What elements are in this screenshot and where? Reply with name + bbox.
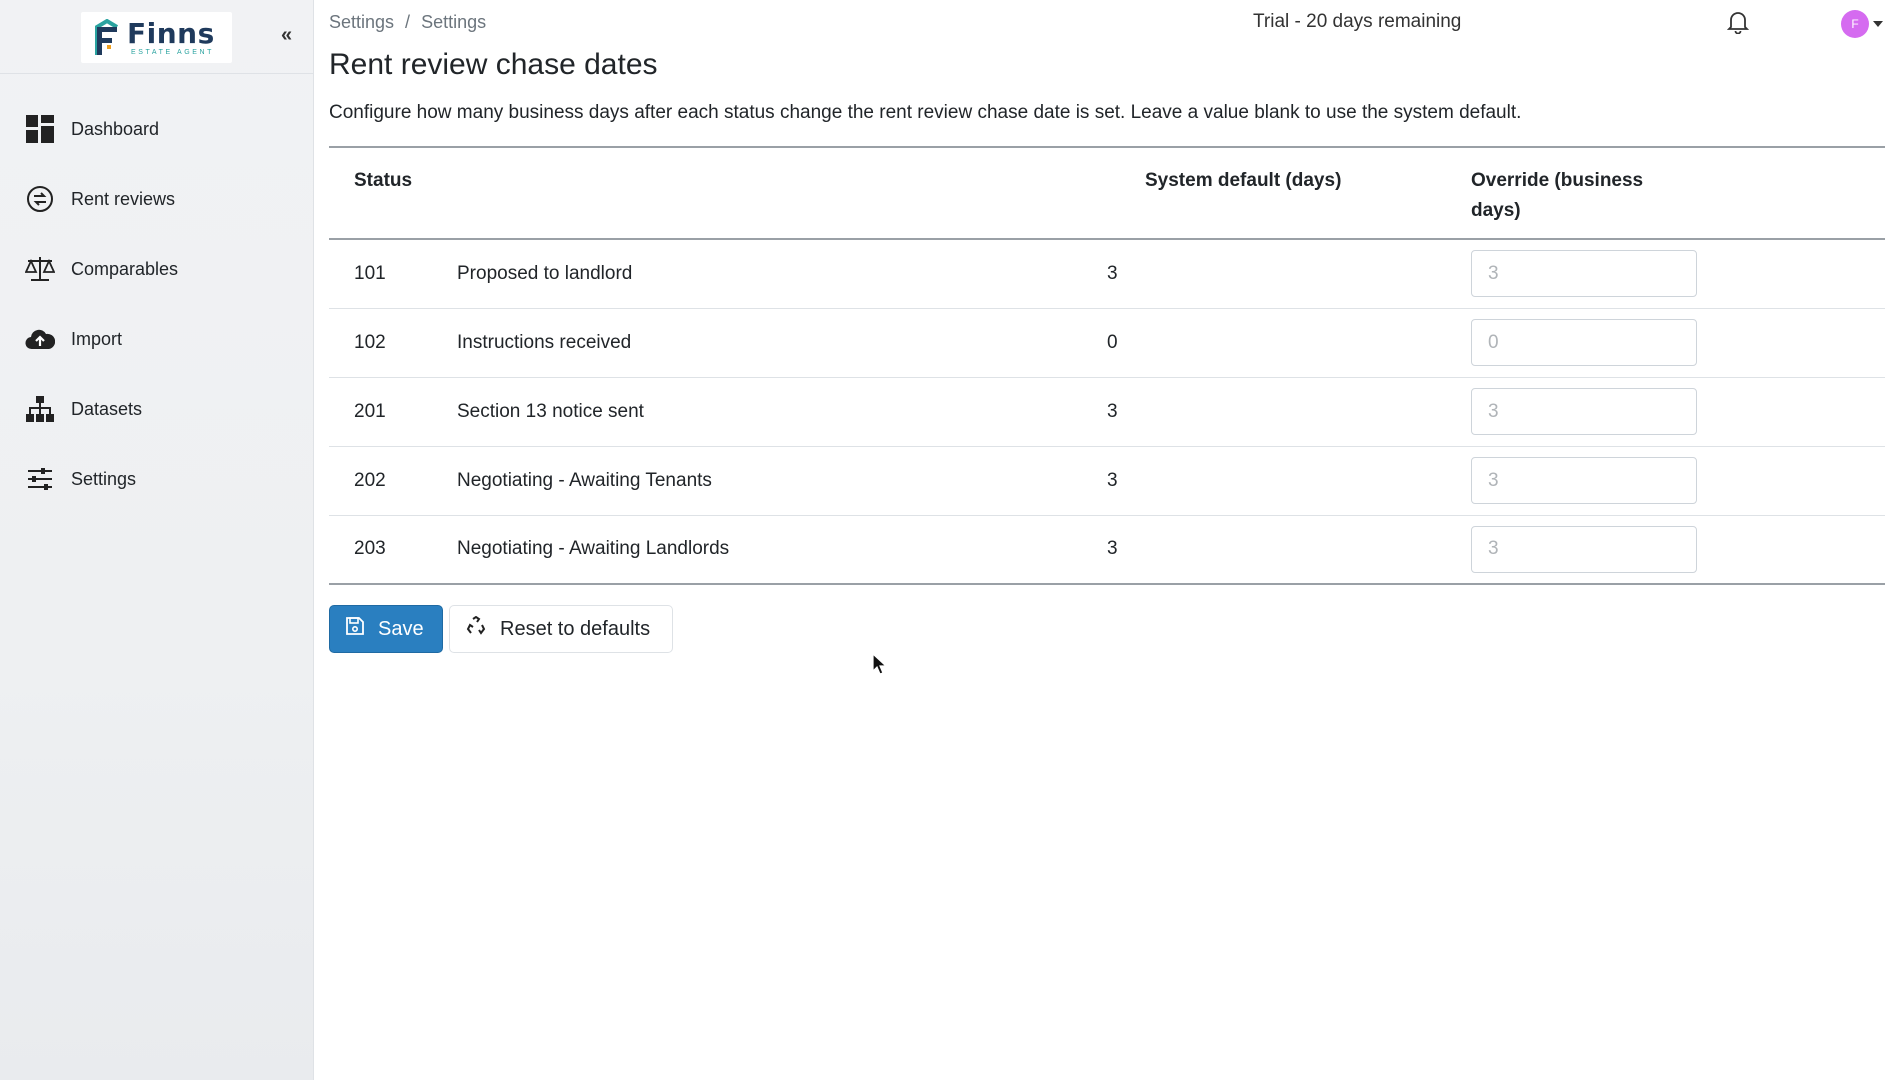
sidebar-item-import[interactable]: Import [0,304,313,374]
page-description: Configure how many business days after e… [329,102,1522,123]
save-button-label: Save [378,617,424,640]
override-cell [1471,239,1885,308]
reset-button-label: Reset to defaults [500,617,651,640]
sidebar-item-label: Rent reviews [71,188,176,209]
status-label: Instructions received [457,331,632,353]
collapse-sidebar-button[interactable]: « [281,24,292,47]
sidebar-item-label: Comparables [71,258,179,279]
table-row: 201 Section 13 notice sent 3 [329,377,1885,446]
reset-defaults-button[interactable]: Reset to defaults [449,605,673,653]
notification-bell-icon[interactable] [1726,10,1750,39]
sliders-icon [25,464,55,494]
sidebar: Finns ESTATE AGENT « Dashboard Rent revi… [0,0,314,1080]
override-input[interactable] [1471,250,1697,298]
dashboard-icon [25,114,55,144]
sidebar-item-comparables[interactable]: Comparables [0,234,313,304]
breadcrumb: Settings / Settings [329,12,486,33]
table-row: 101 Proposed to landlord 3 [329,239,1885,308]
sidebar-item-label: Datasets [71,398,143,419]
status-label: Section 13 notice sent [457,400,644,422]
system-default-value: 3 [1107,469,1118,491]
scales-icon [25,254,55,284]
breadcrumb-current: Settings [421,12,487,32]
system-default-value: 3 [1107,538,1118,560]
sitemap-icon [25,394,55,424]
user-menu[interactable]: F [1841,10,1883,38]
override-input[interactable] [1471,388,1697,435]
save-icon [346,617,364,641]
breadcrumb-separator: / [405,12,411,32]
column-header-status: Status [354,170,413,191]
recycle-icon [466,615,486,642]
table-row: 102 Instructions received 0 [329,308,1885,377]
finns-logo-icon [93,18,123,57]
override-cell [1471,308,1885,377]
sidebar-item-dashboard[interactable]: Dashboard [0,94,313,164]
override-input[interactable] [1471,525,1697,573]
status-label: Negotiating - Awaiting Landlords [457,538,730,560]
status-code: 203 [354,538,386,560]
status-code: 202 [354,469,386,491]
table-row: 203 Negotiating - Awaiting Landlords 3 [329,515,1885,584]
chase-dates-table: Status System default (days) Override (b… [329,146,1885,585]
form-actions: Save Reset to defaults [329,605,1885,653]
trial-status: Trial - 20 days remaining [1253,11,1462,32]
breadcrumb-link-settings[interactable]: Settings [329,12,394,33]
sidebar-item-settings[interactable]: Settings [0,444,313,514]
sidebar-item-label: Import [71,328,123,349]
save-button[interactable]: Save [329,605,443,653]
table-header-row: Status System default (days) Override (b… [329,147,1885,239]
status-code: 201 [354,400,386,422]
brand-tagline: ESTATE AGENT [131,48,215,56]
sidebar-nav: Dashboard Rent reviews Comparables Impor… [0,94,313,514]
brand-logo[interactable]: Finns ESTATE AGENT [81,12,232,63]
status-code: 102 [354,331,386,353]
brand-name: Finns [127,16,215,50]
page-title: Rent review chase dates [329,48,658,81]
column-header-override: Override (business days) [1471,147,1885,239]
sidebar-item-rent-reviews[interactable]: Rent reviews [0,164,313,234]
chevron-down-icon [1873,21,1883,27]
override-cell [1471,515,1885,584]
cloud-upload-icon [25,324,55,354]
system-default-value: 3 [1107,262,1118,284]
sidebar-item-datasets[interactable]: Datasets [0,374,313,444]
status-label: Negotiating - Awaiting Tenants [457,469,712,491]
system-default-value: 3 [1107,400,1118,422]
override-cell [1471,446,1885,515]
logo-row: Finns ESTATE AGENT « [0,0,313,74]
override-cell [1471,377,1885,446]
avatar: F [1841,10,1869,38]
main-content: Rent review chase dates Configure how ma… [329,44,1885,653]
override-input[interactable] [1471,319,1697,366]
column-header-override-label: Override (business days) [1471,170,1644,221]
sidebar-item-label: Dashboard [71,118,160,139]
mouse-pointer-icon [872,652,888,680]
system-default-value: 0 [1107,331,1118,353]
topbar: Settings / Settings Trial - 20 days rema… [315,0,1896,44]
column-header-system-default: System default (days) [1145,170,1342,191]
status-label: Proposed to landlord [457,262,633,284]
rent-reviews-icon [25,184,55,214]
table-row: 202 Negotiating - Awaiting Tenants 3 [329,446,1885,515]
status-code: 101 [354,262,386,284]
override-input[interactable] [1471,457,1697,504]
sidebar-item-label: Settings [71,468,137,489]
